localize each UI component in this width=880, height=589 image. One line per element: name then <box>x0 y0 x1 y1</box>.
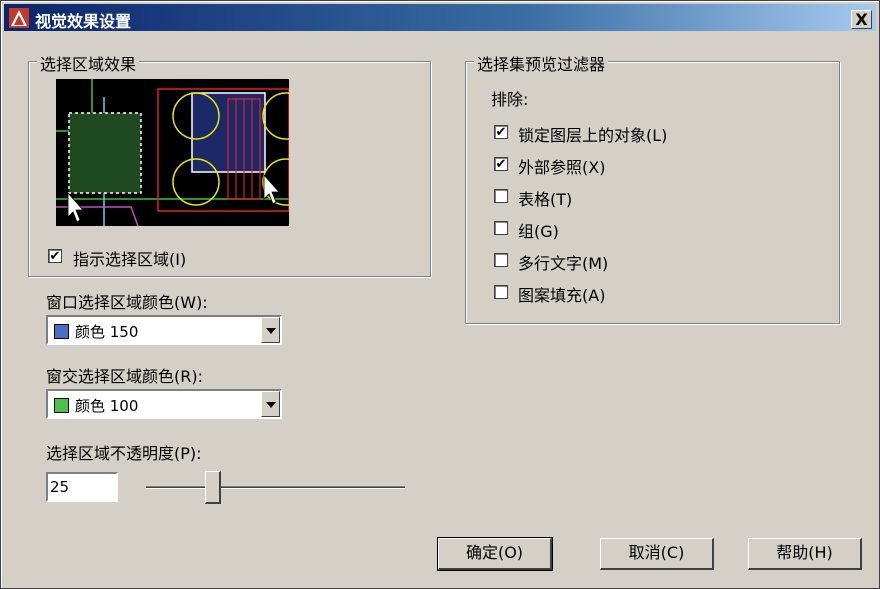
filter-label-mtext: 多行文字(M) <box>518 254 609 273</box>
filter-checkbox-locked-layers[interactable]: ✔ <box>494 125 508 140</box>
filter-checkbox-tables[interactable] <box>494 189 508 203</box>
opacity-input[interactable]: 25 <box>46 472 118 502</box>
window-color-dropdown-arrow-icon[interactable] <box>261 317 280 343</box>
window-color-label: 窗口选择区域颜色(W): <box>46 293 208 312</box>
window-color-value: 颜色 150 <box>75 323 139 341</box>
window-color-select[interactable]: 颜色 150 <box>46 315 282 345</box>
selection-preview-image <box>56 79 289 226</box>
opacity-label: 选择区域不透明度(P): <box>46 444 202 463</box>
title-bar[interactable]: 视觉效果设置 X <box>4 4 876 31</box>
selection-preview-filter-title: 选择集预览过滤器 <box>474 51 609 75</box>
filter-label-hatch: 图案填充(A) <box>518 286 606 305</box>
cancel-button[interactable]: 取消(C) <box>600 538 714 570</box>
opacity-slider-track[interactable] <box>146 486 405 489</box>
autocad-logo-icon <box>9 8 29 28</box>
filter-checkbox-hatch[interactable] <box>494 285 508 299</box>
selection-preview-filter-group: 选择集预览过滤器 排除: ✔ 锁定图层上的对象(L) ✔ 外部参照(X) 表格(… <box>465 51 840 324</box>
ok-button[interactable]: 确定(O) <box>437 537 553 571</box>
crossing-color-swatch <box>54 398 69 413</box>
indicate-selection-label: 指示选择区域(I) <box>73 250 187 269</box>
exclude-label: 排除: <box>491 90 529 109</box>
crossing-color-select[interactable]: 颜色 100 <box>46 389 282 419</box>
selection-area-effect-title: 选择区域效果 <box>37 51 140 75</box>
crossing-color-label: 窗交选择区域颜色(R): <box>46 367 203 386</box>
crossing-color-value: 颜色 100 <box>75 397 139 415</box>
filter-label-groups: 组(G) <box>518 222 559 241</box>
close-button[interactable]: X <box>851 10 872 29</box>
filter-label-locked-layers: 锁定图层上的对象(L) <box>518 126 668 145</box>
window-title: 视觉效果设置 <box>35 12 132 31</box>
help-button[interactable]: 帮助(H) <box>748 538 862 570</box>
filter-label-xref: 外部参照(X) <box>518 158 606 177</box>
crossing-color-dropdown-arrow-icon[interactable] <box>261 391 280 417</box>
visual-effect-settings-dialog: 视觉效果设置 X 选择区域效果 ✔ 指示选择区域(I) 窗口选择区域颜色(W):… <box>0 0 880 589</box>
filter-checkbox-xref[interactable]: ✔ <box>494 157 508 172</box>
opacity-slider-thumb[interactable] <box>205 471 221 504</box>
filter-checkbox-groups[interactable] <box>494 221 508 235</box>
selection-area-effect-group: 选择区域效果 ✔ 指示选择区域(I) <box>28 51 431 277</box>
window-color-swatch <box>54 324 69 339</box>
indicate-selection-checkbox[interactable]: ✔ <box>48 249 62 264</box>
filter-label-tables: 表格(T) <box>518 190 573 209</box>
filter-checkbox-mtext[interactable] <box>494 253 508 267</box>
